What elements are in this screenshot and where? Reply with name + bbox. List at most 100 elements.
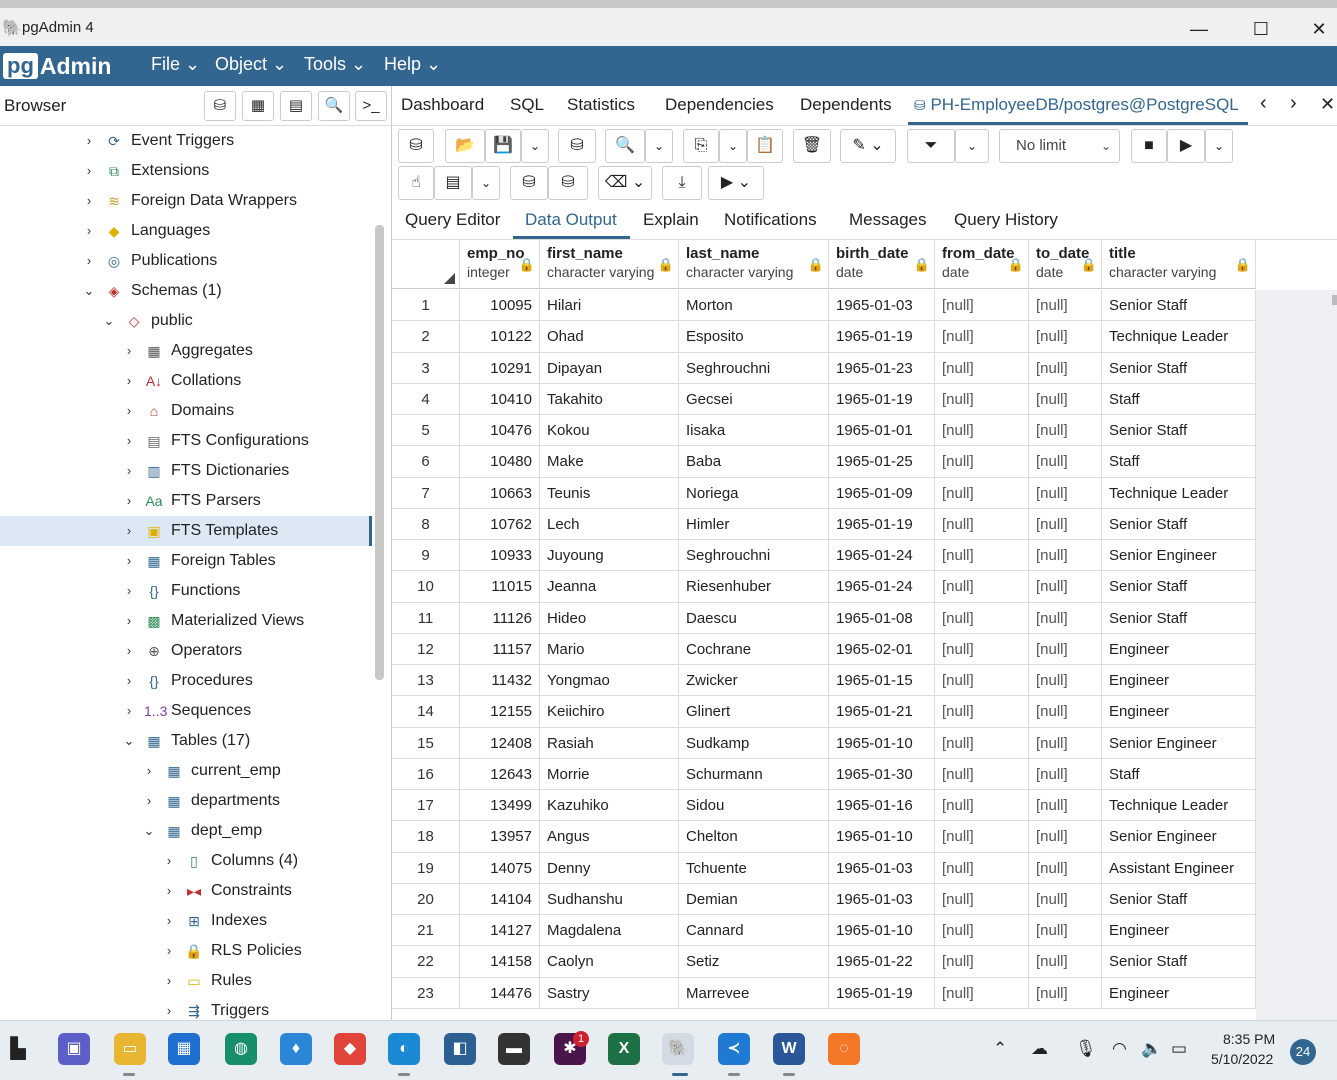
table-cell[interactable]: 1965-01-19 <box>829 321 935 353</box>
table-cell[interactable]: 10663 <box>460 477 540 509</box>
table-cell[interactable]: [null] <box>1029 540 1102 572</box>
table-cell[interactable]: Engineer <box>1102 696 1256 728</box>
tree-item[interactable]: ⌄ ▦ dept_emp <box>0 816 372 846</box>
tree-item[interactable]: › A↓ Collations <box>0 366 372 396</box>
chevron-right-icon[interactable]: › <box>122 606 136 636</box>
tree-item[interactable]: › Aa FTS Parsers <box>0 486 372 516</box>
menu-help[interactable]: Help ⌄ <box>384 54 441 75</box>
tree-item[interactable]: › ⧉ Extensions <box>0 156 372 186</box>
chevron-right-icon[interactable]: › <box>122 366 136 396</box>
row-number[interactable]: 2 <box>392 321 460 353</box>
table-cell[interactable]: [null] <box>1029 883 1102 915</box>
row-number[interactable]: 3 <box>392 352 460 384</box>
gitkraken-icon[interactable]: ◍ <box>225 1033 257 1065</box>
table-cell[interactable]: Staff <box>1102 446 1256 478</box>
table-cell[interactable]: [null] <box>1029 977 1102 1009</box>
tab-dependents[interactable]: Dependents <box>800 95 892 115</box>
table-cell[interactable]: Kokou <box>540 415 679 447</box>
table-cell[interactable]: Senior Engineer <box>1102 727 1256 759</box>
chevron-right-icon[interactable]: › <box>162 936 176 966</box>
table-cell[interactable]: Tchuente <box>679 852 829 884</box>
table-cell[interactable]: [null] <box>1029 571 1102 603</box>
view-data-grid-icon[interactable]: ▦ <box>242 91 274 121</box>
tray-overflow-chevron-icon[interactable]: ⌃ <box>993 1039 1007 1059</box>
table-cell[interactable]: Zwicker <box>679 665 829 697</box>
table-cell[interactable]: 11157 <box>460 633 540 665</box>
edge-icon[interactable]: ◐ <box>388 1033 420 1065</box>
tree-item[interactable]: › ◆ Languages <box>0 216 372 246</box>
table-cell[interactable]: Engineer <box>1102 977 1256 1009</box>
paste-icon[interactable]: 📋 <box>747 129 783 163</box>
table-cell[interactable]: Daescu <box>679 602 829 634</box>
table-cell[interactable]: [null] <box>935 977 1029 1009</box>
find-dropdown-chevron-icon[interactable]: ⌄ <box>645 129 673 163</box>
table-cell[interactable]: [null] <box>935 758 1029 790</box>
word-icon[interactable]: W <box>773 1033 805 1065</box>
table-cell[interactable]: Senior Engineer <box>1102 540 1256 572</box>
tree-item[interactable]: › 🔒 RLS Policies <box>0 936 372 966</box>
table-cell[interactable]: [null] <box>1029 602 1102 634</box>
chevron-right-icon[interactable]: › <box>82 156 96 186</box>
teams-icon[interactable]: ▣ <box>58 1033 90 1065</box>
chevron-right-icon[interactable]: › <box>122 666 136 696</box>
store-icon[interactable]: ▦ <box>168 1033 200 1065</box>
table-cell[interactable]: Senior Staff <box>1102 508 1256 540</box>
table-cell[interactable]: 14158 <box>460 946 540 978</box>
table-cell[interactable]: [null] <box>1029 821 1102 853</box>
row-number[interactable]: 5 <box>392 415 460 447</box>
table-cell[interactable]: Sastry <box>540 977 679 1009</box>
table-cell[interactable]: 1965-01-22 <box>829 946 935 978</box>
table-cell[interactable]: Senior Staff <box>1102 415 1256 447</box>
save-file-icon[interactable]: 💾 <box>485 129 521 163</box>
table-cell[interactable]: Assistant Engineer <box>1102 852 1256 884</box>
tree-item[interactable]: › ▦ Foreign Tables <box>0 546 372 576</box>
row-number[interactable]: 11 <box>392 602 460 634</box>
chevron-right-icon[interactable]: › <box>122 456 136 486</box>
row-number[interactable]: 13 <box>392 665 460 697</box>
table-cell[interactable]: [null] <box>935 790 1029 822</box>
table-cell[interactable]: Senior Staff <box>1102 946 1256 978</box>
table-cell[interactable]: Senior Staff <box>1102 602 1256 634</box>
chevron-right-icon[interactable]: › <box>162 996 176 1020</box>
table-cell[interactable]: 1965-01-19 <box>829 508 935 540</box>
tree-item[interactable]: › ▯ Columns (4) <box>0 846 372 876</box>
table-cell[interactable]: Teunis <box>540 477 679 509</box>
row-number[interactable]: 4 <box>392 383 460 415</box>
rollback-icon[interactable]: ⛁ <box>548 166 588 200</box>
table-cell[interactable]: 10476 <box>460 415 540 447</box>
table-cell[interactable]: [null] <box>935 321 1029 353</box>
tree-item[interactable]: › ⟳ Event Triggers <box>0 126 372 156</box>
column-header-birth-date[interactable]: birth_date date 🔒 <box>829 240 935 289</box>
table-cell[interactable]: [null] <box>935 290 1029 322</box>
table-cell[interactable]: Hideo <box>540 602 679 634</box>
table-cell[interactable]: 1965-01-19 <box>829 383 935 415</box>
row-number[interactable]: 16 <box>392 758 460 790</box>
delete-icon[interactable]: 🗑 <box>793 129 831 163</box>
object-explorer-db-icon[interactable]: ⛁ <box>204 91 236 121</box>
table-cell[interactable]: 1965-01-08 <box>829 602 935 634</box>
table-cell[interactable]: Technique Leader <box>1102 321 1256 353</box>
table-cell[interactable]: Gecsei <box>679 383 829 415</box>
table-cell[interactable]: Make <box>540 446 679 478</box>
table-cell[interactable]: [null] <box>935 415 1029 447</box>
filter-icon[interactable]: ⏷ <box>907 129 955 163</box>
tree-item[interactable]: › ⌂ Domains <box>0 396 372 426</box>
chevron-down-icon[interactable]: ⌄ <box>82 276 96 306</box>
table-cell[interactable]: Marrevee <box>679 977 829 1009</box>
row-number[interactable]: 19 <box>392 852 460 884</box>
chevron-right-icon[interactable]: › <box>142 756 156 786</box>
table-cell[interactable]: 1965-01-16 <box>829 790 935 822</box>
table-cell[interactable]: 11432 <box>460 665 540 697</box>
table-cell[interactable]: [null] <box>1029 415 1102 447</box>
table-cell[interactable]: Morrie <box>540 758 679 790</box>
table-cell[interactable]: 1965-02-01 <box>829 633 935 665</box>
tree-item[interactable]: › ▸◂ Constraints <box>0 876 372 906</box>
tab-explain[interactable]: Explain <box>643 210 699 230</box>
chevron-right-icon[interactable]: › <box>162 906 176 936</box>
tree-item[interactable]: › ⊕ Operators <box>0 636 372 666</box>
table-cell[interactable]: [null] <box>935 477 1029 509</box>
tab-notifications[interactable]: Notifications <box>724 210 817 230</box>
battery-icon[interactable]: ▭ <box>1171 1039 1187 1059</box>
table-cell[interactable]: Demian <box>679 883 829 915</box>
row-limit-select[interactable]: No limit ⌄ <box>999 129 1120 163</box>
